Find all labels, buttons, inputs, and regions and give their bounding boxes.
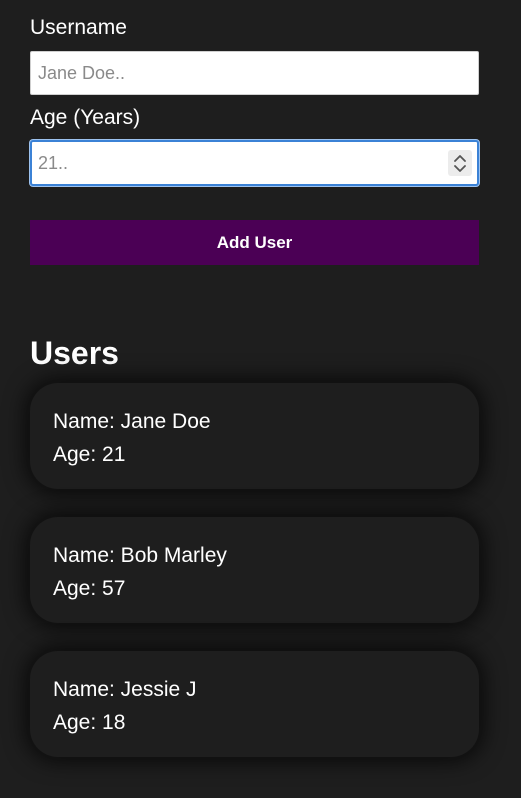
user-card: Name: Bob Marley Age: 57 — [30, 517, 479, 623]
user-age: Age: 57 — [53, 577, 126, 600]
chevron-down-icon[interactable] — [454, 164, 466, 173]
age-spinner[interactable] — [448, 150, 472, 176]
user-age: Age: 18 — [53, 711, 126, 734]
user-card: Name: Jessie J Age: 18 — [30, 651, 479, 757]
user-name: Name: Jane Doe — [53, 410, 211, 433]
username-input[interactable] — [30, 51, 479, 95]
user-name: Name: Bob Marley — [53, 544, 227, 567]
user-name: Name: Jessie J — [53, 678, 197, 701]
username-label: Username — [30, 16, 127, 39]
user-age: Age: 21 — [53, 443, 126, 466]
age-label: Age (Years) — [30, 106, 141, 129]
users-heading: Users — [30, 335, 119, 371]
age-input[interactable] — [30, 140, 479, 186]
chevron-up-icon[interactable] — [454, 154, 466, 162]
user-card: Name: Jane Doe Age: 21 — [30, 383, 479, 489]
add-user-button[interactable]: Add User — [30, 220, 479, 265]
